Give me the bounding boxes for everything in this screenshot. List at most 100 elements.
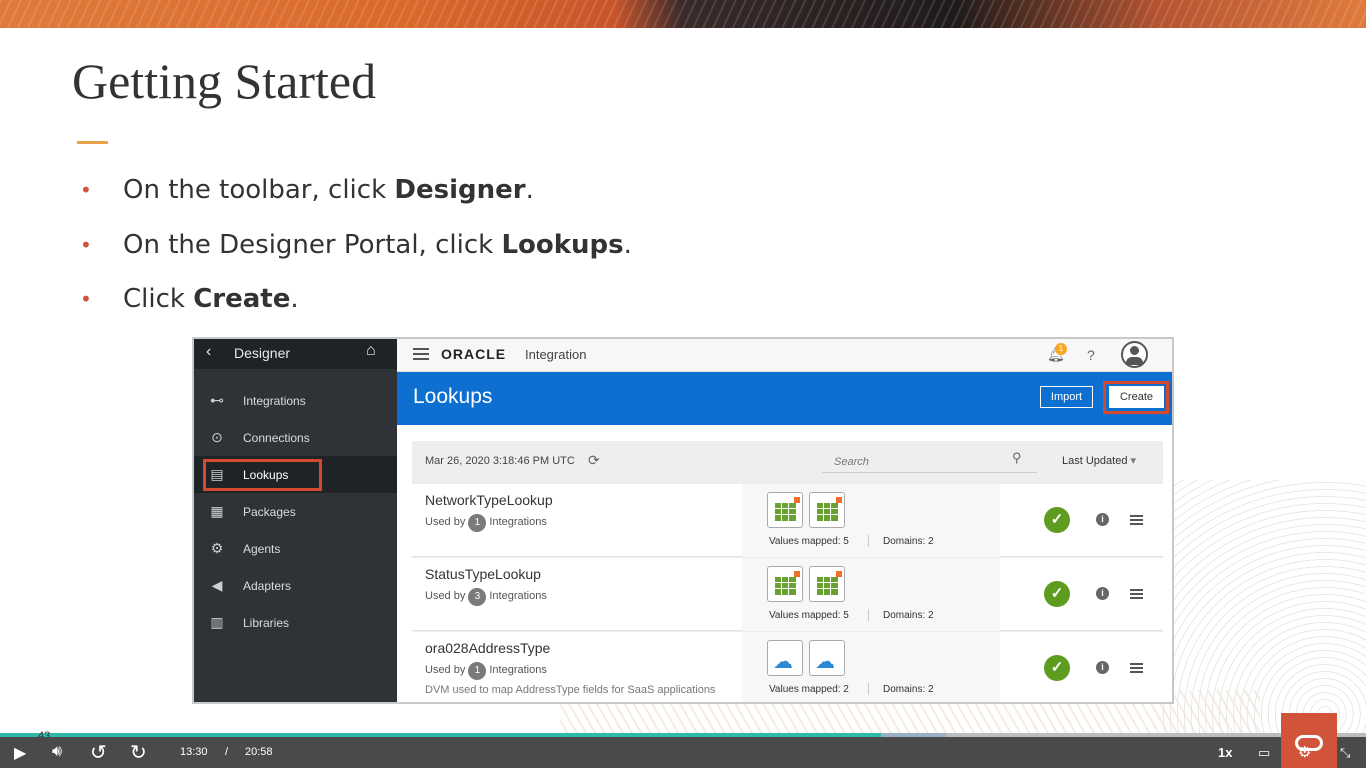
row-menu-icon[interactable] [1130,589,1143,599]
bullet-item: • Click Create. [80,279,632,334]
integrations-icon: ⊷ [210,392,224,408]
sort-dropdown[interactable]: Last Updated ▾ [1062,454,1136,467]
grid-icon [775,571,800,595]
lookup-name[interactable]: StatusTypeLookup [425,566,541,582]
rewind-icon[interactable]: ↺ [90,740,107,765]
lookup-row[interactable]: NetworkTypeLookup Used by 1 Integrations V… [412,484,1163,557]
time-separator: / [225,746,229,758]
search-input[interactable]: Search [822,451,1037,473]
playback-speed[interactable]: 1x [1218,745,1232,760]
cloud-icon: ☁ [773,651,793,673]
info-icon[interactable]: i [1096,661,1109,674]
forward-icon[interactable]: ↻ [130,740,147,765]
sidebar-header: ‹ Designer ⌂ [194,339,397,369]
lookup-tile [809,492,845,528]
oracle-logo: ORACLE [441,346,507,362]
bullet-dot: • [80,178,92,202]
usage-count-badge[interactable]: 1 [468,662,487,680]
lookup-tile [767,566,803,602]
designer-sidebar: ‹ Designer ⌂ ⊷ Integrations ⊙ Connection… [194,339,397,702]
hamburger-menu-icon[interactable] [413,348,429,360]
check-icon: ✓ [1044,507,1070,533]
title-accent-line [77,141,108,144]
lookup-summary: Values mapped: 5 Domains: 2 [742,558,1000,631]
lookup-row[interactable]: StatusTypeLookup Used by 3 Integrations Va… [412,558,1163,631]
lookup-name[interactable]: NetworkTypeLookup [425,492,553,508]
sidebar-item-lookups[interactable]: ▤ Lookups [194,456,397,493]
sidebar-item-packages[interactable]: ▦ Packages [194,493,397,530]
avatar[interactable] [1121,341,1148,368]
embedded-screenshot: ‹ Designer ⌂ ⊷ Integrations ⊙ Connection… [192,337,1174,704]
lookup-tile: ☁ [767,640,803,676]
packages-icon: ▦ [210,503,224,519]
settings-gear-icon[interactable]: ⚙ [1298,743,1311,761]
used-by: Used by 1 Integrations [425,514,547,532]
sidebar-item-connections[interactable]: ⊙ Connections [194,419,397,456]
grid-icon [817,571,842,595]
lookup-description: DVM used to map AddressType fields for S… [425,684,716,696]
cloud-heart-icon: ☁ [815,651,835,673]
bullet-dot: • [80,232,92,257]
lookup-tile [809,566,845,602]
exit-fullscreen-icon[interactable]: ⤡ [1340,745,1350,761]
usage-count-badge[interactable]: 3 [468,588,487,606]
volume-icon[interactable]: 🔊︎ [52,743,62,761]
current-time: 13:30 [180,746,208,758]
values-mapped: Values mapped: 5 [769,536,849,547]
help-icon[interactable]: ? [1087,347,1095,363]
books-icon: ▥ [210,614,224,630]
duration: 20:58 [245,746,273,758]
filter-bar: Mar 26, 2020 3:18:46 PM UTC ⟳ Search ⚲ L… [412,441,1163,481]
usage-count-badge[interactable]: 1 [468,514,487,532]
back-chevron-icon[interactable]: ‹ [206,343,211,361]
page-header: Lookups Import Create [397,372,1172,425]
divider [868,683,869,695]
home-icon[interactable]: ⌂ [366,342,376,360]
used-by: Used by 3 Integrations [425,588,547,606]
top-bar: ORACLE Integration 🔔︎ 1 ? [397,339,1172,372]
grid-icon [775,497,800,521]
last-refresh-timestamp: Mar 26, 2020 3:18:46 PM UTC [425,455,575,467]
divider [868,535,869,547]
page-title: Lookups [413,385,493,408]
lookup-summary: ☁ ☁ Values mapped: 2 Domains: 2 [742,632,1000,702]
values-mapped: Values mapped: 5 [769,610,849,621]
check-icon: ✓ [1044,581,1070,607]
sidebar-header-label: Designer [234,345,291,361]
bullet-item: • On the Designer Portal, click Lookups. [80,225,632,280]
lookup-summary: Values mapped: 5 Domains: 2 [742,484,1000,557]
used-by: Used by 1 Integrations [425,662,547,680]
lookup-tile: ☁ [809,640,845,676]
chevron-down-icon: ▾ [1130,455,1137,467]
main-panel: ORACLE Integration 🔔︎ 1 ? Lookups Import… [397,339,1172,702]
row-menu-icon[interactable] [1130,515,1143,525]
product-name: Integration [525,347,587,362]
sidebar-item-libraries[interactable]: ▥ Libraries [194,604,397,641]
lookup-name[interactable]: ora028AddressType [425,640,550,656]
gear-icon: ⚙ [210,540,224,556]
play-icon[interactable]: ▶ [14,743,26,763]
bullet-item: • On the toolbar, click Designer. [80,170,632,225]
decorative-banner [0,0,1366,28]
sidebar-item-agents[interactable]: ⚙ Agents [194,530,397,567]
check-icon: ✓ [1044,655,1070,681]
sidebar-item-integrations[interactable]: ⊷ Integrations [194,382,397,419]
bullet-dot: • [80,287,92,311]
divider [868,609,869,621]
slide-title: Getting Started [72,53,377,109]
plug-icon: ◀ [211,577,223,593]
connections-icon: ⊙ [211,429,223,445]
captions-icon[interactable]: ▭ [1258,745,1270,761]
lookups-list: Mar 26, 2020 3:18:46 PM UTC ⟳ Search ⚲ L… [412,441,1163,702]
row-menu-icon[interactable] [1130,663,1143,673]
sidebar-item-adapters[interactable]: ◀ Adapters [194,567,397,604]
info-icon[interactable]: i [1096,513,1109,526]
create-button[interactable]: Create [1109,386,1164,408]
info-icon[interactable]: i [1096,587,1109,600]
domains-count: Domains: 2 [883,684,934,695]
search-icon[interactable]: ⚲ [1012,450,1022,466]
lookup-row[interactable]: ora028AddressType Used by 1 Integrations D… [412,632,1163,702]
lookup-tile [767,492,803,528]
import-button[interactable]: Import [1040,386,1093,408]
refresh-icon[interactable]: ⟳ [588,452,600,469]
